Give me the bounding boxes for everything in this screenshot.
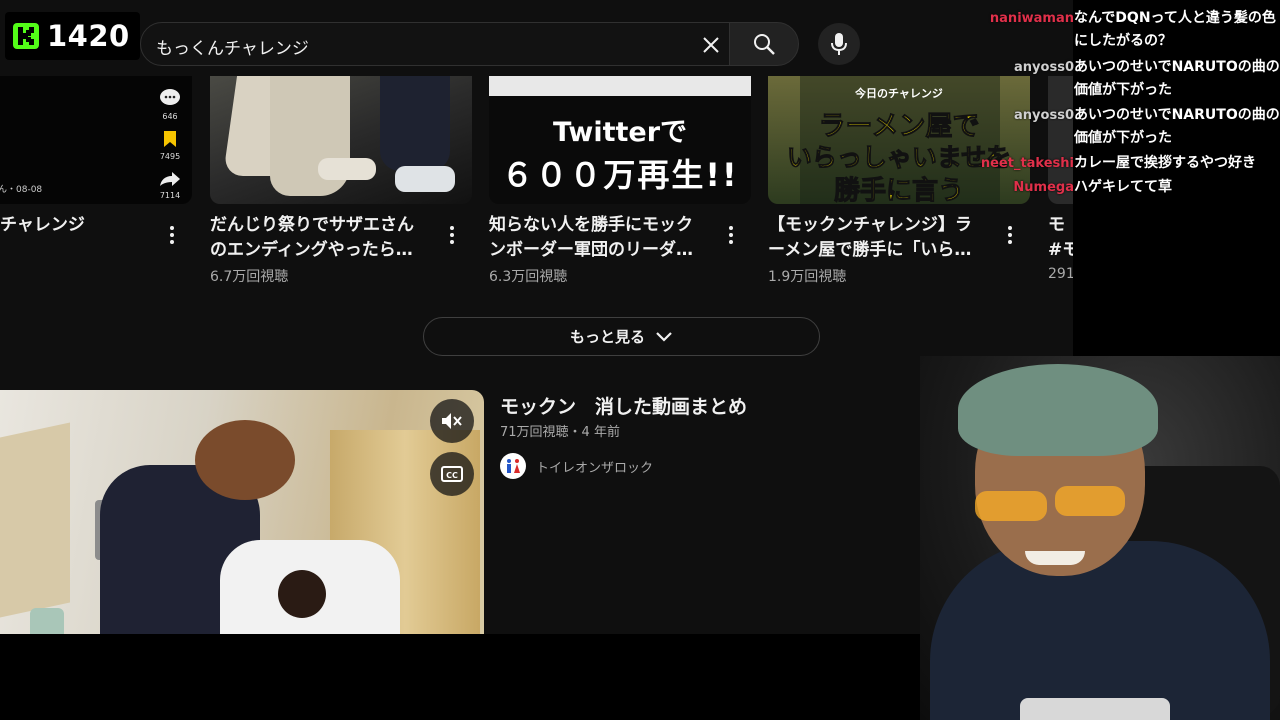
restroom-logo-icon [507,459,520,473]
chat-overlay: naniwaman なんでDQNって人と違う髪の色にしたがるの？ anyoss0… [973,0,1280,356]
svg-text:CC: CC [446,471,458,480]
viewer-count: 1420 [47,19,130,53]
captions-button[interactable]: CC [430,452,474,496]
youtube-results-page: 646 7495 7114 ん・08-08 チャレンジ だんじり祭りでサザエさん… [0,0,1073,634]
chevron-down-icon [656,331,672,342]
save-count: 7495 [159,152,181,161]
thumb-caption: ６００万再生!! [501,156,739,194]
chat-username: Numega [1013,180,1074,195]
microphone-icon [831,33,847,55]
short-views: 6.7万回視聴 [210,269,289,285]
comment-icon [160,89,180,105]
chat-text: カレー屋で挨拶するやつ好き [1074,155,1256,171]
channel-name[interactable]: トイレオンザロック [536,457,653,476]
search-icon [754,34,775,55]
share-count: 7114 [159,191,181,200]
chat-text: あいつのせいでNARUTOの曲の価値が下がった [1074,59,1280,98]
search-button[interactable] [729,22,799,66]
voice-search-button[interactable] [818,23,860,65]
video-channel[interactable]: トイレオンザロック [500,453,653,479]
short-card[interactable]: だんじり祭りでサザエさん のエンディングやったら… 6.7万回視聴 [210,76,472,286]
closed-captions-icon: CC [441,466,463,482]
more-options-icon[interactable] [444,224,460,246]
short-title[interactable]: 【モックンチャレンジ】ラ ーメン屋で勝手に「いら… [768,213,983,263]
short-title[interactable]: だんじり祭りでサザエさん のエンディングやったら… [210,213,425,263]
share-stat[interactable]: 7114 [150,171,190,200]
channel-avatar[interactable] [500,453,526,479]
video-title[interactable]: モックン 消した動画まとめ [500,392,747,419]
clear-search-icon[interactable] [699,33,723,57]
show-more-label: もっと見る [569,328,645,346]
short-views: 6.3万回視聴 [489,269,568,285]
video-thumbnail-player[interactable]: CC [0,390,484,634]
short-title[interactable]: チャレンジ [0,213,145,238]
mute-button[interactable] [430,399,474,443]
chat-username: anyoss0 [1014,108,1074,123]
short-thumbnail[interactable]: Twitterで ６００万再生!! [489,76,751,204]
chat-username: naniwaman [989,11,1074,26]
chat-text: なんでDQNって人と違う髪の色にしたがるの？ [1074,10,1276,49]
short-channel-date: ん・08-08 [0,185,43,195]
thumb-caption: Twitterで [552,117,688,148]
video-meta: 71万回視聴・4 年前 [500,425,620,440]
search-bar[interactable]: もっくんチャレンジ [140,22,730,66]
chat-username: anyoss0 [1014,60,1074,75]
short-thumbnail[interactable] [210,76,472,204]
shorts-shelf: 646 7495 7114 ん・08-08 チャレンジ だんじり祭りでサザエさん… [0,76,1073,291]
chat-text: ハゲキレてて草 [1074,179,1172,195]
comment-stat[interactable]: 646 [150,88,190,121]
comment-count: 646 [162,112,178,121]
short-title[interactable]: 知らない人を勝手にモック ンボーダー軍団のリーダ… [489,213,704,263]
short-thumbnail[interactable]: 646 7495 7114 ん・08-08 [0,76,192,204]
volume-muted-icon [442,413,462,429]
short-card[interactable]: 646 7495 7114 ん・08-08 チャレンジ [0,76,192,244]
viewer-counter: 1420 [5,12,140,60]
kick-logo-icon [13,23,39,49]
short-card[interactable]: Twitterで ６００万再生!! 知らない人を勝手にモック ンボーダー軍団のリ… [489,76,751,286]
save-stat[interactable]: 7495 [150,130,190,161]
more-options-icon[interactable] [723,224,739,246]
show-more-button[interactable]: もっと見る [423,317,820,356]
search-input[interactable]: もっくんチャレンジ [156,34,309,59]
more-options-icon[interactable] [164,224,180,246]
webcam-feed [920,356,1280,720]
share-icon [160,172,180,186]
chat-username: neet_takeshi [980,156,1074,171]
bookmark-icon [164,131,176,147]
chat-text: あいつのせいでNARUTOの曲の価値が下がった [1074,107,1280,146]
